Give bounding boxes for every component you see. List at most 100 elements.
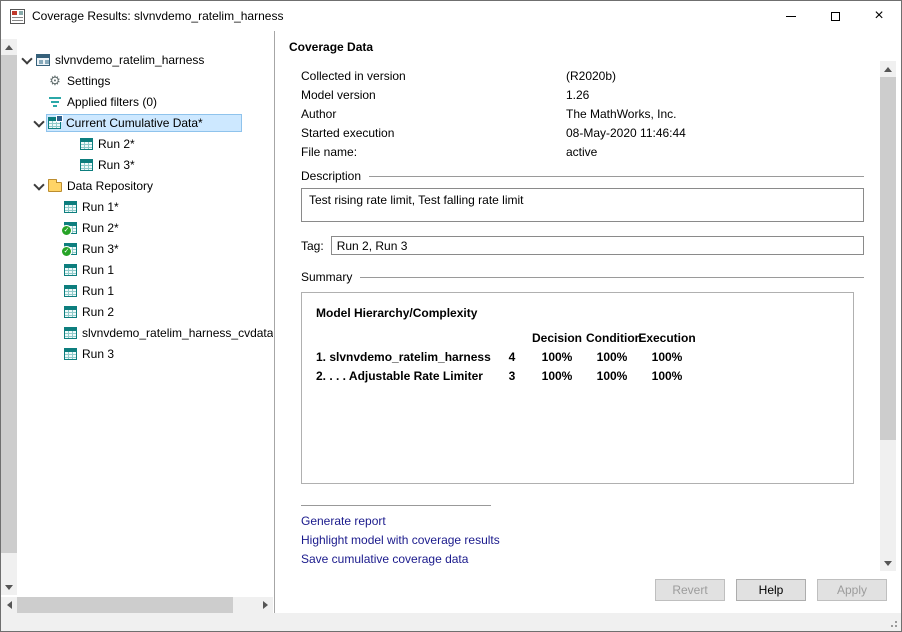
field-value: (R2020b) xyxy=(566,67,864,86)
tree-item-cumulative-run-2[interactable]: Run 2* xyxy=(18,133,273,154)
row-name: 1. slvnvdemo_ratelim_harness xyxy=(316,348,496,367)
scrollbar-thumb[interactable] xyxy=(17,597,233,613)
summary-box: Model Hierarchy/Complexity Decision Cond… xyxy=(301,292,854,484)
tag-row: Tag: xyxy=(301,236,864,255)
row-decision: 100% xyxy=(528,367,586,386)
highlight-model-link[interactable]: Highlight model with coverage results xyxy=(301,534,864,547)
chevron-down-icon[interactable] xyxy=(32,179,46,193)
save-cumulative-link[interactable]: Save cumulative coverage data xyxy=(301,553,864,566)
chevron-down-icon[interactable] xyxy=(32,116,46,130)
scrollbar-thumb[interactable] xyxy=(880,77,896,440)
tree-item-settings[interactable]: Settings xyxy=(18,70,273,91)
field-value: 08-May-2020 11:46:44 xyxy=(566,124,864,143)
field-value: The MathWorks, Inc. xyxy=(566,105,864,124)
cumulative-data-icon xyxy=(48,117,61,129)
tree-item-label: Data Repository xyxy=(67,179,153,193)
tree-item-applied-filters[interactable]: Applied filters (0) xyxy=(18,91,273,112)
arrow-left-icon xyxy=(7,601,12,609)
close-button[interactable]: × xyxy=(857,1,901,31)
tree-item-repo-run-1a[interactable]: Run 1 xyxy=(18,259,273,280)
tree-item-label: Settings xyxy=(67,74,110,88)
window-controls: × xyxy=(769,1,901,31)
tree-item-label: slvnvdemo_ratelim_harness xyxy=(55,53,204,67)
generate-report-link[interactable]: Generate report xyxy=(301,515,864,528)
tree-item-repo-run-2-star[interactable]: Run 2* xyxy=(18,217,273,238)
scroll-down-button[interactable] xyxy=(880,555,896,571)
row-condition: 100% xyxy=(586,367,638,386)
arrow-down-icon xyxy=(5,585,13,590)
tree-item-label: Run 2* xyxy=(98,137,135,151)
model-icon xyxy=(36,54,50,66)
scrollbar-track[interactable] xyxy=(1,55,17,579)
scrollbar-track[interactable] xyxy=(17,597,257,613)
tree-item-root[interactable]: slvnvdemo_ratelim_harness xyxy=(18,49,273,70)
app-icon xyxy=(10,9,25,24)
tree-horizontal-scrollbar[interactable] xyxy=(1,597,273,613)
tree-item-label: Run 3* xyxy=(82,242,119,256)
field-label: Author xyxy=(301,105,566,124)
scroll-left-button[interactable] xyxy=(1,597,17,613)
tag-input[interactable] xyxy=(331,236,864,255)
tree-item-repo-run-1b[interactable]: Run 1 xyxy=(18,280,273,301)
scroll-down-button[interactable] xyxy=(1,579,17,595)
minimize-button[interactable] xyxy=(769,1,813,31)
field-value: 1.26 xyxy=(566,86,864,105)
tree-item-repo-run-3[interactable]: Run 3 xyxy=(18,343,273,364)
filter-icon xyxy=(48,95,62,108)
coverage-fields: Collected in version (R2020b) Model vers… xyxy=(301,67,864,162)
tree-item-label: Applied filters (0) xyxy=(67,95,157,109)
row-decision: 100% xyxy=(528,348,586,367)
section-divider xyxy=(360,277,864,278)
maximize-button[interactable] xyxy=(813,1,857,31)
field-value: active xyxy=(566,143,864,162)
tag-label: Tag: xyxy=(301,239,324,253)
folder-icon xyxy=(48,182,62,192)
minimize-icon xyxy=(786,16,796,17)
arrow-up-icon xyxy=(884,67,892,72)
tree-item-repo-cvdata-1[interactable]: slvnvdemo_ratelim_harness_cvdata_1 xyxy=(18,322,273,343)
tree-item-repo-run-2[interactable]: Run 2 xyxy=(18,301,273,322)
run-data-icon xyxy=(80,159,93,171)
tree-item-label: Current Cumulative Data* xyxy=(66,116,203,130)
scroll-up-button[interactable] xyxy=(880,61,896,77)
tree-item-repo-run-1-star[interactable]: Run 1* xyxy=(18,196,273,217)
scrollbar-thumb[interactable] xyxy=(1,55,17,553)
tree-item-data-repository[interactable]: Data Repository xyxy=(18,175,273,196)
scroll-right-button[interactable] xyxy=(257,597,273,613)
run-data-icon xyxy=(80,138,93,150)
chevron-down-icon[interactable] xyxy=(20,53,34,67)
run-data-icon xyxy=(64,327,77,339)
tree-item-label: Run 1 xyxy=(82,263,114,277)
row-name: 2. . . . Adjustable Rate Limiter xyxy=(316,367,496,386)
description-textarea[interactable]: Test rising rate limit, Test falling rat… xyxy=(301,188,864,222)
scrollbar-track[interactable] xyxy=(880,77,896,555)
run-data-icon xyxy=(64,285,77,297)
tree-vertical-scrollbar[interactable] xyxy=(1,39,17,595)
maximize-icon xyxy=(831,12,840,21)
description-label: Description xyxy=(301,169,361,183)
tree-item-current-cumulative-data[interactable]: Current Cumulative Data* xyxy=(18,112,273,133)
table-header-spacer xyxy=(496,329,528,348)
panel-vertical-scrollbar[interactable] xyxy=(880,61,896,571)
table-header-spacer xyxy=(316,329,496,348)
help-button[interactable]: Help xyxy=(736,579,806,601)
scroll-up-button[interactable] xyxy=(1,39,17,55)
summary-table-row: 2. . . . Adjustable Rate Limiter 3 100% … xyxy=(316,367,853,386)
run-data-icon xyxy=(64,264,77,276)
results-tree-panel: slvnvdemo_ratelim_harness Settings Appli… xyxy=(1,31,275,613)
field-label: Collected in version xyxy=(301,67,566,86)
arrow-down-icon xyxy=(884,561,892,566)
resize-grip-icon[interactable] xyxy=(887,617,897,627)
run-data-checked-icon xyxy=(64,243,77,255)
coverage-data-panel: Coverage Data Collected in version (R202… xyxy=(276,31,901,613)
field-label: File name: xyxy=(301,143,566,162)
status-strip xyxy=(1,613,901,631)
tree-item-cumulative-run-3[interactable]: Run 3* xyxy=(18,154,273,175)
revert-button[interactable]: Revert xyxy=(655,579,725,601)
description-text: Test rising rate limit, Test falling rat… xyxy=(309,193,524,207)
apply-button[interactable]: Apply xyxy=(817,579,887,601)
tree-item-repo-run-3-star[interactable]: Run 3* xyxy=(18,238,273,259)
close-icon: × xyxy=(874,8,883,24)
summary-table-title: Model Hierarchy/Complexity xyxy=(316,306,853,320)
tree-item-label: Run 1 xyxy=(82,284,114,298)
